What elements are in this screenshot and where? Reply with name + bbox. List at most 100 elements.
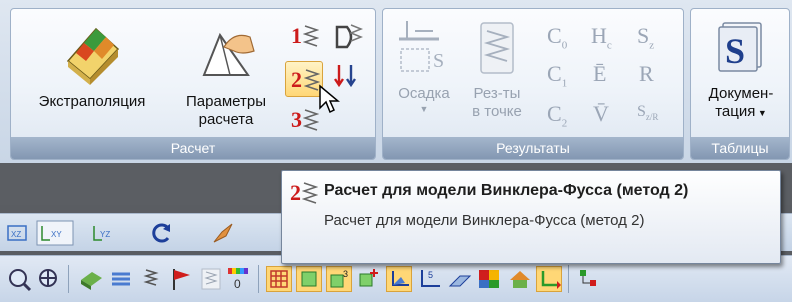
method-2-number: 2 xyxy=(291,67,302,92)
solid-view-button[interactable] xyxy=(78,266,104,292)
documentation-label-line1: Докумен- xyxy=(708,85,774,102)
nodes-icon xyxy=(580,270,596,286)
crosshair-zoom-icon xyxy=(39,269,57,287)
red-flag-icon xyxy=(173,269,190,290)
magnifier-icon xyxy=(9,269,32,292)
method-3-number: 3 xyxy=(291,107,302,132)
documentation-button[interactable]: S Докумен- тация ▼ xyxy=(693,17,789,122)
rotate-view-button[interactable] xyxy=(148,220,174,246)
settlement-icon: S xyxy=(399,21,444,72)
documentation-icon: S xyxy=(718,22,762,72)
xy-plane-icon: XY xyxy=(36,220,74,246)
c1-button[interactable]: C1 xyxy=(547,61,567,89)
results-at-point-icon xyxy=(480,22,514,74)
c2-button[interactable]: C2 xyxy=(547,101,567,129)
zoom-center-button[interactable] xyxy=(36,266,62,292)
method-1-number: 1 xyxy=(291,23,302,48)
plane-button[interactable] xyxy=(446,266,472,292)
zoom-button[interactable] xyxy=(6,266,32,292)
dropdown-arrow-icon: ▼ xyxy=(419,104,429,114)
svg-text:YZ: YZ xyxy=(100,230,110,239)
settlement-button[interactable]: S Осадка ▼ xyxy=(387,17,461,115)
spring-grey-button[interactable] xyxy=(198,266,224,292)
parameters-hand-icon xyxy=(202,32,255,76)
toolbar-separator xyxy=(568,265,569,293)
tooltip-icon-number: 2 xyxy=(290,180,301,205)
dropdown-arrow-icon: ▼ xyxy=(755,108,767,118)
axes-toggle-button[interactable] xyxy=(386,266,412,292)
paint-brush-icon xyxy=(213,223,233,243)
c0-button[interactable]: C0 xyxy=(547,23,567,51)
xz-plane-icon: XZ xyxy=(7,225,27,241)
add-node-button[interactable] xyxy=(356,266,382,292)
toolbar-separator xyxy=(68,265,69,293)
yz-plane-icon: YZ xyxy=(93,226,110,241)
svg-text:3: 3 xyxy=(343,269,348,279)
axes-icon xyxy=(392,271,409,286)
method-1-button[interactable]: 1 xyxy=(289,19,323,53)
nodes-button[interactable] xyxy=(576,266,602,292)
svg-text:XY: XY xyxy=(51,230,62,239)
color-scale-button[interactable]: 0 xyxy=(226,266,252,292)
yz-view-button[interactable]: YZ xyxy=(90,220,116,246)
spring-icon xyxy=(303,109,319,131)
extrapolation-button[interactable]: Экстраполяция xyxy=(17,21,167,111)
axes-5-button[interactable]: 5 xyxy=(416,266,442,292)
spring-icon xyxy=(302,182,318,204)
cube-toggle-button[interactable]: 3 xyxy=(326,266,352,292)
rotate-icon xyxy=(152,223,170,243)
spring-support-button[interactable] xyxy=(138,266,164,292)
tooltip: 2 Расчет для модели Винклера-Фусса (мето… xyxy=(281,170,781,264)
color-blocks-button[interactable] xyxy=(476,266,502,292)
group-results: S Осадка ▼ Рез-ты в точке C0 C1 C2 Hc Ē … xyxy=(382,8,684,160)
xy-view-button[interactable]: XY xyxy=(36,220,74,246)
plane-icon xyxy=(448,275,472,287)
grid-icon xyxy=(270,270,288,288)
square-plus-icon xyxy=(359,269,378,287)
e-mean-button[interactable]: Ē xyxy=(593,61,606,87)
grid-toggle-button[interactable] xyxy=(266,266,292,292)
toolbar-separator xyxy=(258,265,259,293)
spring-icon xyxy=(303,25,319,47)
square-toggle-button[interactable] xyxy=(296,266,322,292)
green-square-icon xyxy=(301,271,317,287)
extrapolation-label: Экстраполяция xyxy=(38,93,146,110)
calc-parameters-button[interactable]: Параметры расчета xyxy=(171,21,281,129)
tooltip-description: Расчет для модели Винклера-Фусса (метод … xyxy=(324,212,645,229)
spring-support-icon xyxy=(143,269,159,286)
documentation-label-row: тация ▼ xyxy=(693,103,789,122)
corner-axes-toggle-button[interactable] xyxy=(536,266,562,292)
flag-button[interactable] xyxy=(168,266,194,292)
svg-text:5: 5 xyxy=(428,270,433,280)
group-label-tables: Таблицы xyxy=(691,137,789,159)
results-point-label-line2: в точке xyxy=(472,103,522,120)
color-scale-icon: 0 xyxy=(228,268,248,291)
r-button[interactable]: R xyxy=(639,61,654,87)
layers-button[interactable] xyxy=(108,266,134,292)
svg-text:S: S xyxy=(725,31,745,71)
house-icon xyxy=(510,271,530,288)
paint-view-button[interactable] xyxy=(210,220,236,246)
layers-icon xyxy=(112,272,130,286)
svg-text:0: 0 xyxy=(234,277,241,291)
load-diagram-button[interactable] xyxy=(331,21,365,51)
params-label-line2: расчета xyxy=(198,111,254,128)
settlement-label: Осадка xyxy=(398,85,450,102)
results-at-point-button[interactable]: Рез-ты в точке xyxy=(461,17,533,121)
hc-button[interactable]: Hc xyxy=(591,23,612,51)
solid-block-icon xyxy=(81,272,102,290)
svg-text:S: S xyxy=(433,50,444,72)
results-point-label-line1: Рез-ты xyxy=(473,85,521,102)
house-view-button[interactable] xyxy=(506,266,532,292)
color-blocks-icon xyxy=(479,270,499,288)
params-label-line1: Параметры xyxy=(186,93,266,110)
axes-5-icon: 5 xyxy=(421,270,440,287)
documentation-label-line2: тация xyxy=(715,103,756,120)
corner-axes-icon xyxy=(541,271,561,289)
sz-r-button[interactable]: Sz/R xyxy=(637,103,658,122)
mouse-cursor-icon xyxy=(319,84,340,114)
v-mean-button[interactable]: V̄ xyxy=(593,101,609,127)
svg-text:XZ: XZ xyxy=(11,230,21,239)
sz-button[interactable]: Sz xyxy=(637,23,654,51)
xz-view-button[interactable]: XZ xyxy=(6,220,32,246)
